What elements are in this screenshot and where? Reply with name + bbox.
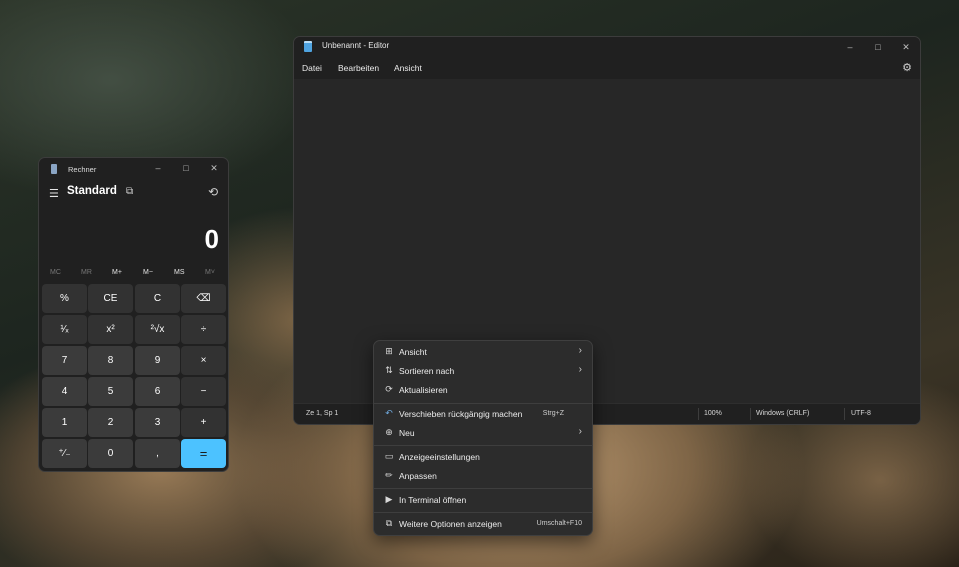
- desktop-context-menu: ⊞ Ansicht › ⇅ Sortieren nach › ⟳ Aktuali…: [373, 340, 593, 536]
- context-item-shortcut: Strg+Z: [542, 410, 564, 417]
- multiply-key[interactable]: ×: [181, 346, 226, 375]
- square-root-key[interactable]: ²√x: [135, 315, 180, 344]
- calculator-app-icon: [51, 164, 57, 174]
- context-item-label: Aktualisieren: [399, 385, 448, 395]
- minimize-icon[interactable]: –: [836, 37, 864, 57]
- brush-icon: ✏: [385, 470, 393, 480]
- context-item-label: Anzeigeeinstellungen: [399, 452, 480, 462]
- add-key[interactable]: +: [181, 408, 226, 437]
- context-item-anzeigeeinstellungen[interactable]: ▭ Anzeigeeinstellungen: [378, 448, 588, 466]
- context-item-label: Ansicht: [399, 347, 427, 357]
- context-item-terminal[interactable]: ▶ In Terminal öffnen: [378, 491, 588, 509]
- notepad-title-bar[interactable]: Unbenannt - Editor – □ ✕: [294, 37, 920, 57]
- reciprocal-key[interactable]: ¹⁄ₓ: [42, 315, 87, 344]
- chevron-right-icon: ›: [578, 364, 582, 375]
- clear-key[interactable]: C: [135, 284, 180, 313]
- calculator-mode-title: Standard: [67, 185, 117, 197]
- decimal-key[interactable]: ,: [135, 439, 180, 468]
- menu-datei[interactable]: Datei: [302, 63, 322, 73]
- memory-store-button[interactable]: MS: [174, 269, 185, 276]
- digit-6-key[interactable]: 6: [135, 377, 180, 406]
- context-item-sortieren[interactable]: ⇅ Sortieren nach ›: [378, 362, 588, 380]
- new-icon: ⊕: [385, 427, 393, 437]
- chevron-right-icon: ›: [578, 345, 582, 356]
- minimize-icon[interactable]: –: [144, 158, 172, 178]
- memory-recall-button[interactable]: MR: [81, 269, 92, 276]
- close-icon[interactable]: ✕: [200, 158, 228, 178]
- context-item-ansicht[interactable]: ⊞ Ansicht ›: [378, 343, 588, 361]
- refresh-icon: ⟳: [385, 384, 393, 394]
- terminal-icon: ▶: [385, 494, 393, 504]
- grid-icon: ⊞: [385, 346, 393, 356]
- context-item-label: In Terminal öffnen: [399, 495, 467, 505]
- more-options-icon: ⧉: [385, 518, 393, 528]
- status-cursor-position: Ze 1, Sp 1: [306, 410, 339, 417]
- chevron-right-icon: ›: [578, 426, 582, 437]
- keep-on-top-icon[interactable]: ⧉: [126, 186, 133, 197]
- maximize-icon[interactable]: □: [172, 158, 200, 178]
- status-divider: [750, 408, 751, 420]
- memory-add-button[interactable]: M+: [112, 269, 122, 276]
- digit-5-key[interactable]: 5: [88, 377, 133, 406]
- status-divider: [698, 408, 699, 420]
- subtract-key[interactable]: −: [181, 377, 226, 406]
- close-icon[interactable]: ✕: [892, 37, 920, 57]
- maximize-icon[interactable]: □: [864, 37, 892, 57]
- context-item-anpassen[interactable]: ✏ Anpassen: [378, 467, 588, 485]
- hamburger-menu-icon[interactable]: ☰: [49, 187, 59, 200]
- settings-gear-icon[interactable]: ⚙: [902, 61, 912, 74]
- context-item-more-options[interactable]: ⧉ Weitere Optionen anzeigen Umschalt+F10: [378, 515, 588, 533]
- negate-key[interactable]: ⁺⁄₋: [42, 439, 87, 468]
- menu-divider: [374, 445, 592, 446]
- menu-bearbeiten[interactable]: Bearbeiten: [338, 63, 379, 73]
- undo-icon: ↶: [385, 408, 393, 418]
- memory-list-button[interactable]: M˅: [205, 269, 215, 276]
- memory-clear-button[interactable]: MC: [50, 269, 61, 276]
- menu-divider: [374, 403, 592, 404]
- context-item-shortcut: Umschalt+F10: [536, 520, 582, 527]
- status-line-ending: Windows (CRLF): [756, 410, 810, 417]
- menu-divider: [374, 488, 592, 489]
- sort-icon: ⇅: [385, 365, 393, 375]
- context-item-neu[interactable]: ⊕ Neu ›: [378, 424, 588, 442]
- calculator-title: Rechner: [68, 165, 97, 174]
- digit-9-key[interactable]: 9: [135, 346, 180, 375]
- clear-entry-key[interactable]: CE: [88, 284, 133, 313]
- context-item-aktualisieren[interactable]: ⟳ Aktualisieren: [378, 381, 588, 399]
- calculator-window: Rechner – □ ✕ ☰ Standard ⧉ ⟲ 0 MC MR M+ …: [38, 157, 229, 472]
- context-item-label: Neu: [399, 428, 415, 438]
- notepad-app-icon: [304, 41, 312, 52]
- context-item-label: Weitere Optionen anzeigen: [399, 519, 502, 529]
- digit-4-key[interactable]: 4: [42, 377, 87, 406]
- digit-3-key[interactable]: 3: [135, 408, 180, 437]
- context-item-label: Verschieben rückgängig machen: [399, 409, 523, 419]
- divide-key[interactable]: ÷: [181, 315, 226, 344]
- status-divider: [844, 408, 845, 420]
- calculator-display: 0: [204, 224, 219, 254]
- notepad-menu-bar: Datei Bearbeiten Ansicht ⚙: [294, 57, 920, 79]
- display-icon: ▭: [384, 451, 394, 461]
- context-item-label: Anpassen: [399, 471, 437, 481]
- status-zoom: 100%: [704, 410, 722, 417]
- history-icon[interactable]: ⟲: [208, 185, 218, 199]
- percent-key[interactable]: %: [42, 284, 87, 313]
- menu-divider: [374, 512, 592, 513]
- digit-8-key[interactable]: 8: [88, 346, 133, 375]
- context-item-label: Sortieren nach: [399, 366, 455, 376]
- memory-subtract-button[interactable]: M−: [143, 269, 153, 276]
- digit-0-key[interactable]: 0: [88, 439, 133, 468]
- digit-1-key[interactable]: 1: [42, 408, 87, 437]
- menu-ansicht[interactable]: Ansicht: [394, 63, 422, 73]
- context-item-undo-move[interactable]: ↶ Verschieben rückgängig machen Strg+Z: [378, 405, 588, 423]
- digit-7-key[interactable]: 7: [42, 346, 87, 375]
- square-key[interactable]: x²: [88, 315, 133, 344]
- notepad-title: Unbenannt - Editor: [322, 41, 390, 50]
- backspace-icon[interactable]: ⌫: [181, 284, 226, 313]
- status-encoding: UTF-8: [851, 410, 871, 417]
- digit-2-key[interactable]: 2: [88, 408, 133, 437]
- equals-key[interactable]: =: [181, 439, 226, 468]
